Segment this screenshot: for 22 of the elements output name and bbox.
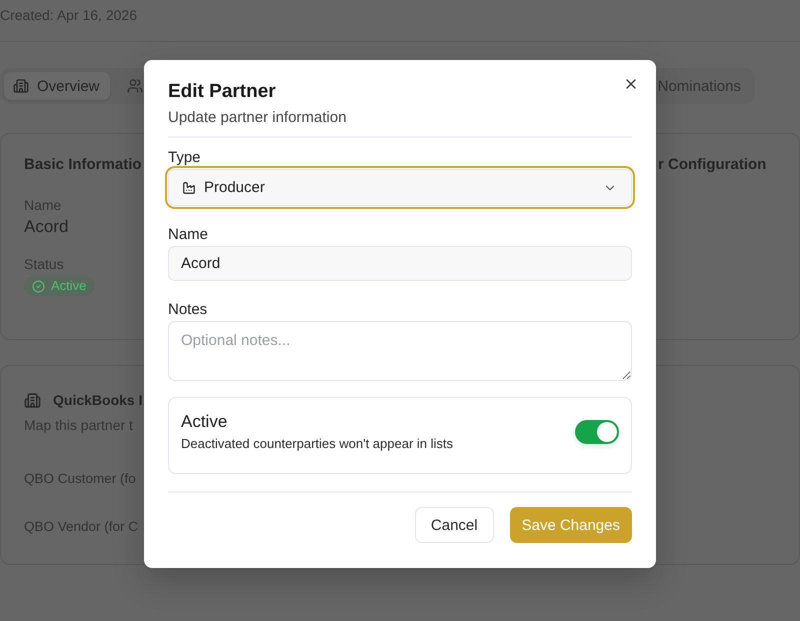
building-icon: [24, 392, 41, 408]
card-title: r Configuration: [658, 155, 766, 175]
field-label: Name: [168, 226, 208, 244]
check-circle-icon: [32, 280, 45, 292]
setting-title: Active: [181, 410, 228, 432]
status-text: Active: [51, 278, 86, 294]
building-icon: [13, 78, 29, 94]
setting-description: Deactivated counterparties won't appear in lists: [181, 434, 454, 452]
field-label: Notes: [168, 301, 208, 319]
type-select[interactable]: Producer: [168, 169, 632, 206]
notes-field[interactable]: Optional notes...: [168, 321, 632, 381]
card-title: Basic Informatio: [24, 155, 142, 175]
card-title: QuickBooks I: [53, 391, 142, 410]
name-input[interactable]: Acord: [168, 246, 632, 281]
dialog-title: Edit Partner: [168, 80, 276, 104]
dialog-subtitle: Update partner information: [168, 108, 346, 128]
factory-icon: [182, 180, 196, 194]
active-switch[interactable]: [575, 420, 619, 444]
field-label: Type: [168, 149, 201, 167]
cancel-button[interactable]: Cancel: [414, 507, 494, 543]
field-value: Acord: [24, 217, 68, 237]
users-icon: [126, 78, 143, 94]
